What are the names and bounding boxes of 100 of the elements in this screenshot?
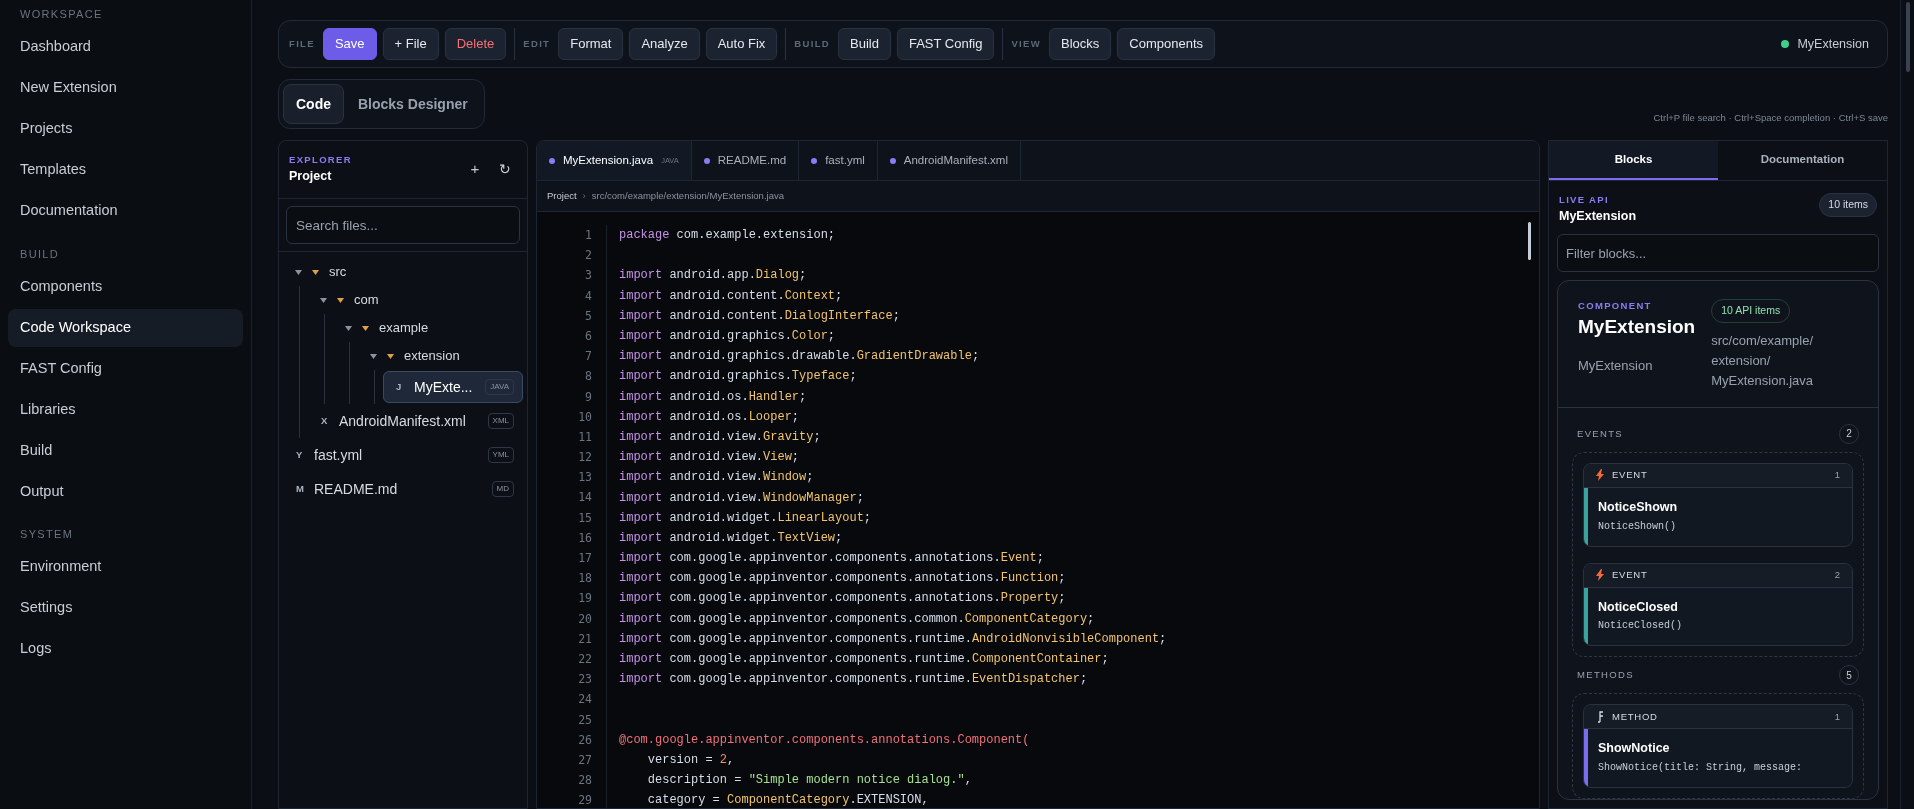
folder-icon <box>362 325 369 331</box>
folder-name: com <box>354 291 379 310</box>
toolbar-button[interactable]: FAST Config <box>896 28 995 60</box>
line-number: 15 <box>578 509 592 527</box>
file-type-tag: MD <box>491 481 514 497</box>
tab-label: README.md <box>717 152 787 168</box>
status-dot-icon <box>1781 40 1790 48</box>
add-file-button[interactable]: + <box>463 157 487 182</box>
toolbar-button[interactable]: Blocks <box>1049 28 1112 60</box>
code-line: import android.graphics.drawable.GradientDrawable; <box>619 348 980 366</box>
panel-title: MyExtension <box>1559 208 1637 226</box>
nav-item[interactable]: FAST Config <box>8 349 243 388</box>
file-type-letter: J <box>396 379 403 394</box>
nav-item[interactable]: Documentation <box>8 192 243 230</box>
search-field[interactable]: Search files... <box>286 206 520 244</box>
api-block[interactable]: METHOD 1 ShowNotice ShowNotice(title: String, message: <box>1583 704 1853 788</box>
toolbar-button[interactable]: Components <box>1117 28 1216 60</box>
toolbar-button[interactable]: Save <box>322 28 377 60</box>
line-number: 5 <box>585 307 592 325</box>
breadcrumb-separator: › <box>582 188 586 203</box>
toolbar-button[interactable]: + File <box>382 28 439 60</box>
line-number: 13 <box>578 469 592 487</box>
file-row[interactable]: X AndroidManifest.xml XML <box>308 405 523 437</box>
folder-row[interactable]: com <box>308 286 523 314</box>
panel-title: Project <box>289 168 333 186</box>
code-line: import com.google.appinventor.components.annotations.Property; <box>619 590 1066 608</box>
api-block[interactable]: EVENT 1 NoticeShown NoticeShown() <box>1583 462 1853 547</box>
toolbar-button[interactable]: Build <box>838 28 891 60</box>
toolbar-button[interactable]: Analyze <box>629 28 700 60</box>
editor-tab[interactable]: fast.yml <box>799 141 878 180</box>
folder-icon <box>337 297 344 303</box>
nav-item[interactable]: Output <box>8 472 243 511</box>
line-number: 29 <box>578 792 592 808</box>
code-line: description = "Simple modern notice dialog.", <box>646 772 972 790</box>
refresh-button[interactable]: ↻ <box>493 157 517 182</box>
nav-item[interactable]: Dashboard <box>8 28 243 66</box>
file-type-tag: YML <box>487 447 514 463</box>
code-line: import com.google.appinventor.components.annotations.Function; <box>619 570 1066 588</box>
nav-item[interactable]: Logs <box>8 630 243 668</box>
section-heading: METHODS <box>1577 668 1634 683</box>
nav-item[interactable]: Templates <box>8 151 243 189</box>
nav-item[interactable]: New Extension <box>8 69 243 107</box>
line-number: 11 <box>578 428 592 446</box>
mode-tab[interactable]: Code <box>283 84 344 124</box>
panel-tab[interactable]: Blocks <box>1549 141 1718 180</box>
nav-item[interactable]: Projects <box>8 110 243 148</box>
file-row[interactable]: M README.md MD <box>283 473 523 505</box>
line-number: 28 <box>578 772 592 790</box>
nav-item[interactable]: Build <box>8 431 243 470</box>
folder-row[interactable]: extension <box>358 342 523 370</box>
code-line: import android.graphics.Color; <box>619 328 836 346</box>
code-line: import android.os.Looper; <box>619 408 800 426</box>
panel-tab[interactable]: Documentation <box>1718 141 1887 180</box>
filter-field[interactable]: Filter blocks... <box>1557 234 1879 272</box>
nav-item[interactable]: Code Workspace <box>8 308 243 347</box>
nav-item[interactable]: Components <box>8 267 243 306</box>
scrollbar-thumb[interactable] <box>1905 2 1910 72</box>
line-number: 20 <box>578 610 592 628</box>
block-kind: EVENT <box>1612 468 1648 483</box>
lightning-icon <box>1596 569 1604 581</box>
code-line: import android.widget.TextView; <box>619 529 843 547</box>
toolbar-button[interactable]: Auto Fix <box>705 28 778 60</box>
block-index: 2 <box>1834 567 1840 582</box>
block-kind: EVENT <box>1612 567 1648 582</box>
nav-item[interactable]: Libraries <box>8 390 243 429</box>
code-line: import com.google.appinventor.components.annotations.Event; <box>619 550 1044 568</box>
block-index: 1 <box>1834 468 1840 483</box>
line-number: 9 <box>585 388 592 406</box>
file-row[interactable]: Y fast.yml YML <box>283 439 523 471</box>
folder-row[interactable]: example <box>333 314 523 342</box>
tab-label: MyExtension.java <box>563 152 654 168</box>
line-number: 7 <box>585 348 592 366</box>
mode-tab[interactable]: Blocks Designer <box>346 84 480 124</box>
line-number: 1 <box>585 227 592 244</box>
line-number: 17 <box>578 550 592 567</box>
block-kind: METHOD <box>1612 709 1658 724</box>
toolbar-button[interactable]: Format <box>558 28 624 60</box>
block-signature: ShowNotice(title: String, message: <box>1598 761 1803 775</box>
file-type-tag: XML <box>487 413 514 429</box>
api-block[interactable]: EVENT 2 NoticeClosed NoticeClosed() <box>1583 562 1853 647</box>
block-name: NoticeShown <box>1598 498 1678 516</box>
line-number: 23 <box>578 671 592 689</box>
group-label: FILE <box>289 36 315 51</box>
file-row[interactable]: J MyExte... JAVA <box>383 371 523 403</box>
group-label: EDIT <box>523 36 551 51</box>
scrollbar-thumb[interactable] <box>1528 222 1531 260</box>
card-eyebrow: COMPONENT <box>1578 299 1653 313</box>
lightning-icon <box>1596 469 1604 482</box>
section-heading: BUILD <box>19 246 60 262</box>
editor-tab[interactable]: AndroidManifest.xml <box>877 141 1021 180</box>
line-number: 21 <box>578 630 592 648</box>
folder-row[interactable]: src <box>283 258 523 286</box>
breadcrumb-link[interactable]: Project <box>547 188 577 204</box>
file-type-tag: JAVA <box>485 379 514 395</box>
nav-item[interactable]: Environment <box>8 548 243 586</box>
tab-label: AndroidManifest.xml <box>903 152 1008 168</box>
line-number: 26 <box>578 731 592 749</box>
editor-tab[interactable]: README.md <box>691 141 800 180</box>
toolbar-button[interactable]: Delete <box>444 28 507 60</box>
nav-item[interactable]: Settings <box>8 589 243 627</box>
